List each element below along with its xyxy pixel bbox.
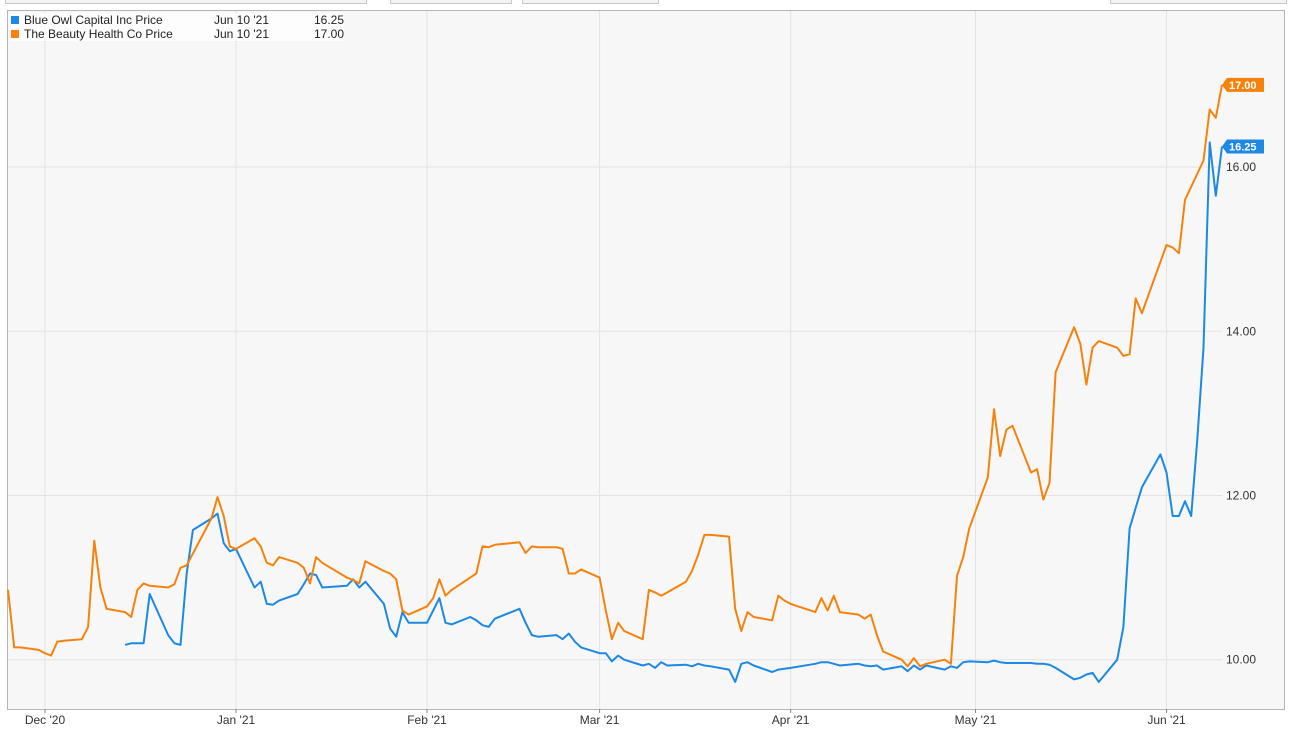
legend-series-name: The Beauty Health Co Price [24,27,173,41]
legend-date: Jun 10 '21 [214,13,270,27]
legend-value: 16.25 [314,13,345,27]
series-line-1 [7,84,1223,668]
legend-value: 17.00 [314,27,345,41]
legend-swatch-beauty-health [11,30,19,38]
y-tick-label: 14.00 [1226,324,1256,338]
legend-series-name: Blue Owl Capital Inc Price [24,13,163,27]
series-line-0 [124,141,1223,683]
x-tick-label: Jan '21 [217,713,256,727]
x-tick-label: Apr '21 [772,713,810,727]
legend-date: Jun 10 '21 [214,27,270,41]
legend-row-beauty-health[interactable]: The Beauty Health Co Price Jun 10 '21 17… [11,27,344,41]
end-value-label: 16.25 [1229,141,1257,153]
y-tick-label: 12.00 [1226,488,1256,502]
legend-swatch-blue-owl [11,16,19,24]
x-tick-label: Feb '21 [407,713,447,727]
price-chart[interactable]: 10.00 12.00 14.00 16.00 Dec '20 Jan '21 Feb '2… [0,0,1296,745]
x-tick-label: Jun '21 [1147,713,1186,727]
x-tick-label: Dec '20 [25,713,66,727]
legend-row-blue-owl[interactable]: Blue Owl Capital Inc Price Jun 10 '21 16… [11,13,344,27]
chart-legend: Blue Owl Capital Inc Price Jun 10 '21 16… [11,13,345,41]
x-tick-label: May '21 [955,713,997,727]
y-tick-label: 10.00 [1226,653,1256,667]
y-tick-label: 16.00 [1226,160,1256,174]
x-tick-label: Mar '21 [580,713,620,727]
end-value-label: 17.00 [1229,80,1257,92]
